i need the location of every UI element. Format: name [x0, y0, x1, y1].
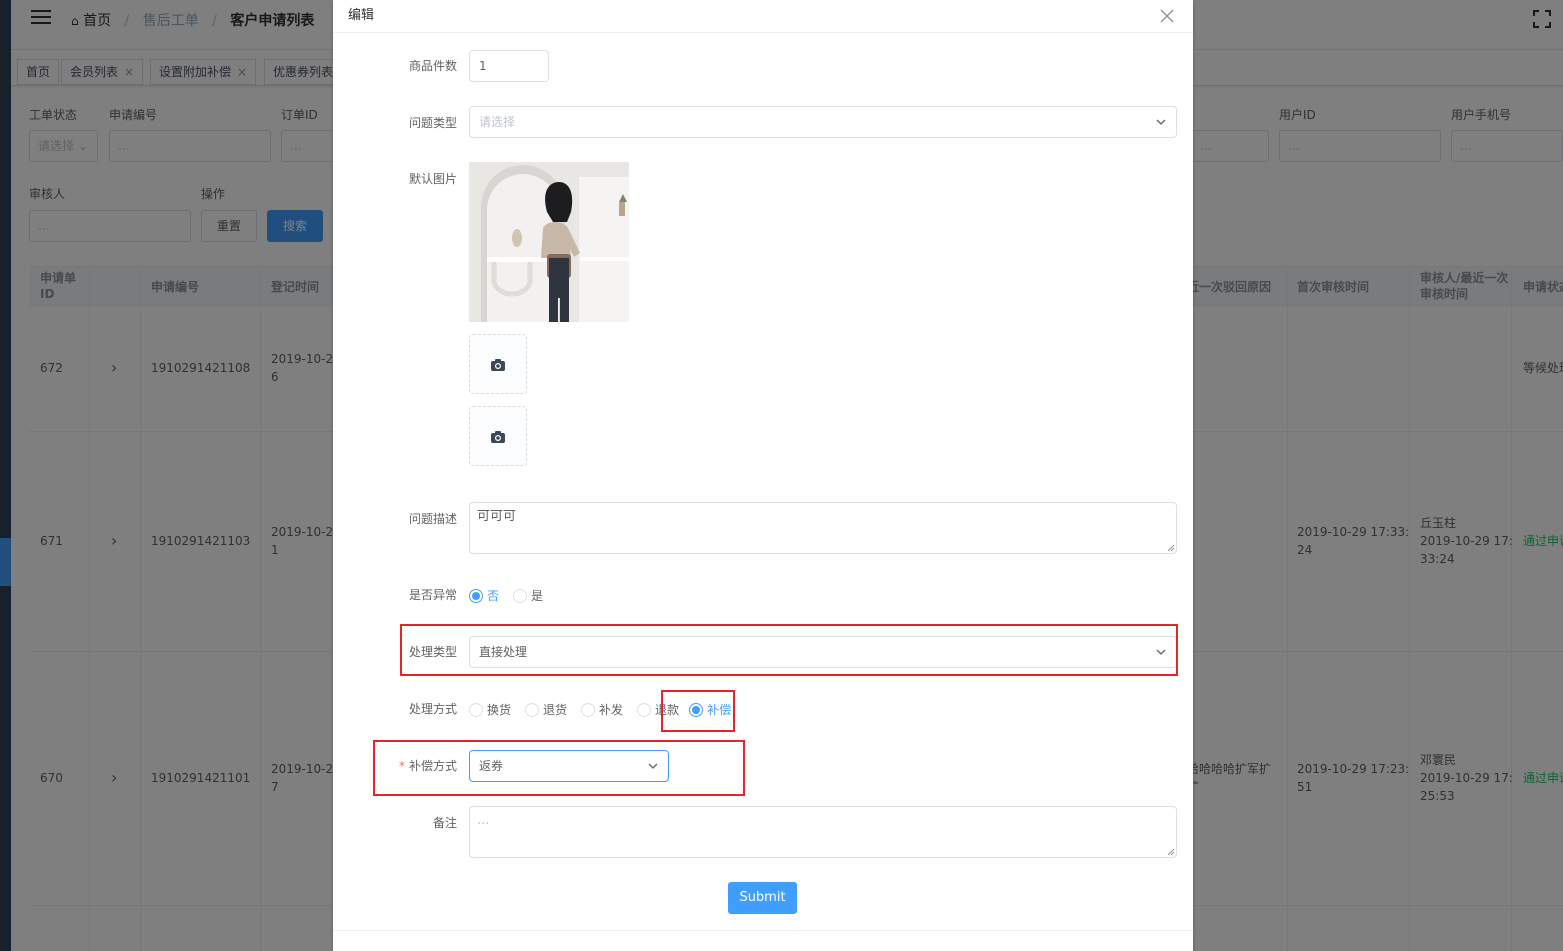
dialog-title: 编辑 [348, 8, 375, 23]
quantity-label: 商品件数 [408, 59, 457, 73]
radio-icon [581, 702, 596, 717]
remark-textarea[interactable]: ... [469, 806, 1177, 858]
product-photo [469, 162, 629, 322]
abnormal-label: 是否异常 [408, 588, 457, 602]
radio-method-return[interactable]: 退货 [525, 701, 567, 718]
radio-icon [525, 702, 540, 717]
highlight-box-compensate [661, 690, 735, 732]
dialog-footer-divider [333, 930, 1193, 931]
remark-label: 备注 [432, 816, 457, 830]
image-upload-slot-1[interactable] [469, 334, 527, 394]
radio-icon [469, 702, 483, 717]
default-image-label: 默认图片 [408, 172, 457, 186]
description-label: 问题描述 [408, 512, 457, 526]
submit-button[interactable]: Submit [728, 882, 797, 914]
radio-method-exchange[interactable]: 换货 [469, 701, 511, 718]
radio-abnormal-no[interactable]: 否 [469, 587, 499, 604]
radio-icon [469, 588, 483, 603]
chevron-down-icon [1156, 119, 1166, 125]
camera-icon [491, 431, 505, 443]
dialog-header-divider [333, 32, 1193, 33]
camera-icon [491, 359, 505, 371]
quantity-input[interactable]: 1 [469, 50, 549, 82]
resize-handle-icon[interactable] [1167, 848, 1175, 856]
resize-handle-icon[interactable] [1167, 544, 1175, 552]
highlight-box-compensation [373, 740, 745, 796]
close-icon[interactable] [1159, 8, 1175, 24]
description-textarea[interactable]: 可可可 [469, 502, 1177, 554]
highlight-box-handle-type [400, 624, 1178, 676]
handle-method-label: 处理方式 [408, 702, 457, 716]
radio-icon [637, 702, 652, 717]
radio-method-reship[interactable]: 补发 [581, 701, 623, 718]
problem-type-select[interactable]: 请选择 [469, 106, 1177, 138]
radio-abnormal-yes[interactable]: 是 [513, 587, 543, 604]
abnormal-radio-group: 否 是 [469, 587, 557, 604]
problem-type-label: 问题类型 [408, 116, 457, 130]
radio-icon [513, 588, 528, 603]
edit-dialog: 编辑 商品件数 1 问题类型 请选择 默认图片 问题描述 可可可 是否异常 否 … [333, 0, 1193, 951]
image-upload-slot-2[interactable] [469, 406, 527, 466]
